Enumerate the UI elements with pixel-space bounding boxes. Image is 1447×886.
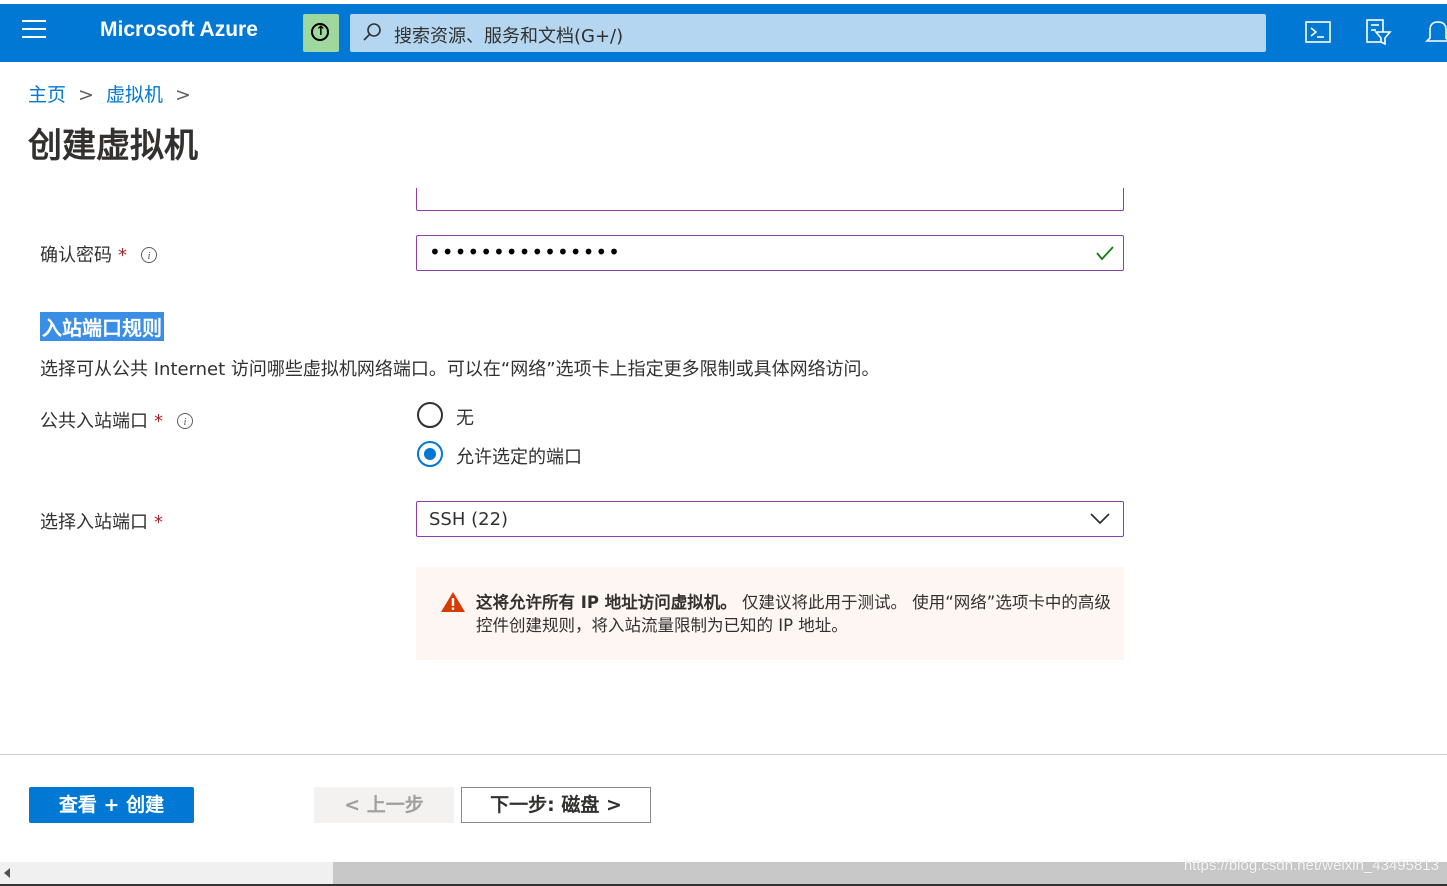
upgrade-button[interactable]: ↑ [303,14,339,52]
search-placeholder: 搜索资源、服务和文档(G+/) [394,26,624,47]
password-input-partial[interactable] [416,188,1124,211]
public-inbound-ports-label: 公共入站端口 * i [40,407,193,433]
warning-message-box: 这将允许所有 IP 地址访问虚拟机。 仅建议将此用于测试。 使用“网络”选项卡中… [416,567,1124,660]
public-inbound-ports-label-text: 公共入站端口 [40,411,148,432]
brand-title[interactable]: Microsoft Azure [100,18,258,42]
info-icon[interactable]: i [141,247,157,263]
breadcrumb-separator: > [78,84,94,106]
breadcrumb-separator: > [174,84,191,106]
required-marker: * [154,411,163,432]
search-input[interactable]: 搜索资源、服务和文档(G+/) [350,14,1266,52]
footer-divider [0,754,1447,755]
select-inbound-ports-value: SSH (22) [429,509,509,530]
radio-allow-selected-ports-label[interactable]: 允许选定的端口 [456,443,582,469]
breadcrumb: 主页 > 虚拟机 > [28,80,203,107]
checkmark-icon [1096,246,1114,261]
notifications-icon[interactable] [1422,16,1447,48]
radio-allow-selected-ports[interactable] [417,441,443,467]
inbound-port-rules-heading: 入站端口规则 [40,312,164,341]
inbound-port-rules-description: 选择可从公共 Internet 访问哪些虚拟机网络端口。可以在“网络”选项卡上指… [40,359,880,380]
confirm-password-label: 确认密码 * i [40,241,157,267]
review-create-button[interactable]: 查看 + 创建 [29,787,194,823]
required-marker: * [118,245,127,266]
cloud-shell-icon[interactable] [1302,16,1334,48]
previous-button: < 上一步 [314,787,454,823]
confirm-password-input[interactable]: ••••••••••••••• [416,235,1124,271]
breadcrumb-home[interactable]: 主页 [28,84,66,106]
confirm-password-value: ••••••••••••••• [429,240,621,264]
breadcrumb-virtual-machines[interactable]: 虚拟机 [106,84,163,106]
watermark: https://blog.csdn.net/weixin_43495813 [1183,857,1439,874]
scroll-left-arrow-icon[interactable] [4,868,10,878]
select-inbound-ports-dropdown[interactable]: SSH (22) [416,501,1124,537]
radio-none[interactable] [417,402,443,428]
page-title: 创建虚拟机 [28,126,198,166]
search-icon [363,23,381,41]
radio-none-label[interactable]: 无 [456,404,474,430]
hamburger-menu-icon[interactable] [22,20,46,38]
warning-text: 这将允许所有 IP 地址访问虚拟机。 仅建议将此用于测试。 使用“网络”选项卡中… [476,591,1116,637]
required-marker: * [154,512,163,533]
warning-icon [441,592,465,612]
chevron-down-icon [1090,513,1110,525]
directory-filter-icon[interactable] [1362,16,1394,48]
select-inbound-ports-label: 选择入站端口 * [40,508,163,534]
select-inbound-ports-label-text: 选择入站端口 [40,512,148,533]
next-disks-button[interactable]: 下一步: 磁盘 > [461,787,651,823]
confirm-password-label-text: 确认密码 [40,245,112,266]
warning-bold-text: 这将允许所有 IP 地址访问虚拟机。 [476,593,737,612]
info-icon[interactable]: i [177,413,193,429]
